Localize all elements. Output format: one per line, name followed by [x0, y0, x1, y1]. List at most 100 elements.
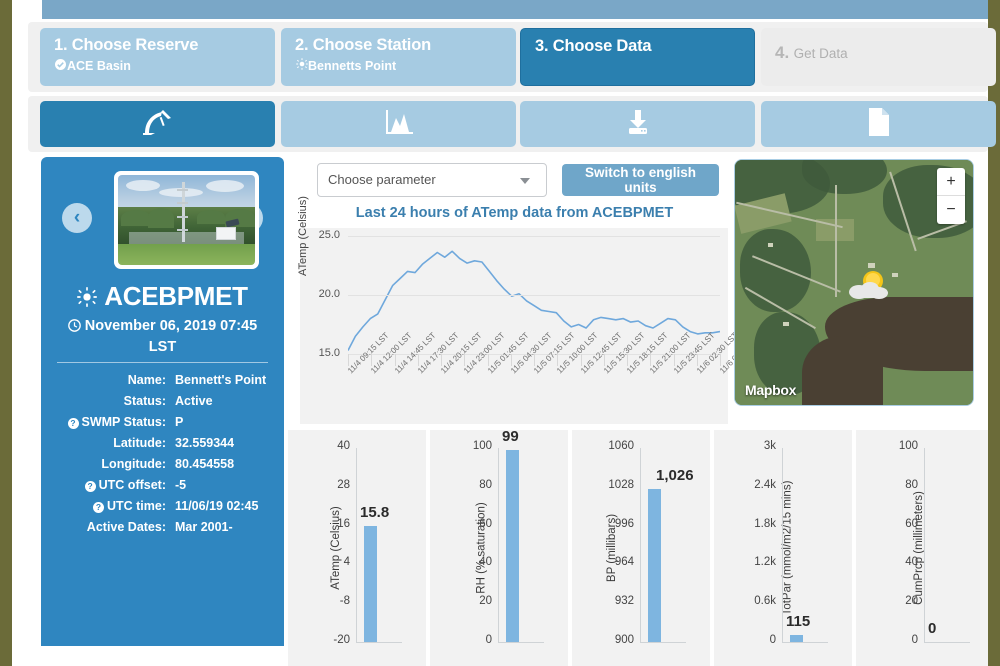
station-info-tab[interactable]: [40, 101, 275, 147]
download-icon: [623, 108, 653, 141]
previous-station-button[interactable]: ‹: [62, 203, 92, 233]
detail-key: Status:: [49, 390, 173, 411]
detail-key: ?SWMP Status:: [49, 411, 173, 432]
step-2-sub-label: Bennetts Point: [308, 59, 396, 73]
bar-y-axis-label: TotPar (mmol/m2/15 mins): [781, 481, 793, 616]
bar-y-tick: 80: [876, 479, 918, 491]
bar-y-tick: 900: [592, 634, 634, 646]
table-row: Latitude: 32.559344: [49, 432, 276, 453]
station-code: ACEBPMET: [104, 281, 248, 311]
bar-y-tick: 40: [876, 556, 918, 568]
bar: [364, 526, 377, 642]
detail-key: ?UTC offset:: [49, 474, 173, 495]
table-row: Status: Active: [49, 390, 276, 411]
table-row: Longitude: 80.454558: [49, 453, 276, 474]
detail-key: Name:: [49, 369, 173, 390]
bar-y-tick: 100: [450, 440, 492, 452]
timeseries-x-tickmark: [604, 354, 605, 366]
step-4-label: Get Data: [794, 46, 848, 61]
step-choose-data[interactable]: 3. Choose Data: [520, 28, 755, 86]
table-row: Name: Bennett's Point: [49, 369, 276, 390]
bar-y-tick: 1.2k: [734, 556, 776, 568]
parameter-select[interactable]: Choose parameter: [317, 163, 547, 197]
parameter-select-value: Choose parameter: [328, 172, 436, 187]
step-1-sub-label: ACE Basin: [67, 59, 131, 73]
bar-baseline: [924, 642, 970, 643]
clock-icon: [68, 319, 81, 338]
bar-y-tick: 16: [308, 518, 350, 530]
station-photo: [118, 175, 255, 265]
bar-y-tick: 2.4k: [734, 479, 776, 491]
station-card: ‹ ›: [41, 157, 284, 646]
table-row: ?SWMP Status: P: [49, 411, 276, 432]
bar-y-tick: 3k: [734, 440, 776, 452]
bar-y-tick: 0.6k: [734, 595, 776, 607]
bar: [506, 450, 519, 642]
map-zoom-out-button[interactable]: −: [937, 196, 965, 224]
step-choose-reserve[interactable]: 1. Choose Reserve ACE Basin: [40, 28, 275, 86]
bar-y-tick: 40: [308, 440, 350, 452]
bar-y-tick: -8: [308, 595, 350, 607]
map-zoom-in-button[interactable]: +: [937, 168, 965, 196]
gridline: [348, 236, 720, 237]
current-conditions-bars: ATemp (Celsius)4028164-8-2015.8RH (% sat…: [288, 430, 988, 666]
station-map[interactable]: + − Mapbox: [734, 159, 974, 406]
detail-key: Latitude:: [49, 432, 173, 453]
detail-value: 11/06/19 02:45: [173, 495, 276, 516]
bar-axis-line: [782, 448, 783, 642]
bar-y-tick: 0: [876, 634, 918, 646]
bar-y-tick: -20: [308, 634, 350, 646]
detail-value: -5: [173, 474, 276, 495]
help-icon[interactable]: ?: [85, 481, 96, 492]
bar-y-tick: 40: [450, 556, 492, 568]
step-choose-station[interactable]: 2. Choose Station Bennetts Point: [281, 28, 516, 86]
bar-y-tick: 964: [592, 556, 634, 568]
satellite-dish-icon: [141, 108, 175, 141]
bar-y-tick: 1060: [592, 440, 634, 452]
bar-y-tick: 1028: [592, 479, 634, 491]
bar-baseline: [782, 642, 828, 643]
bar-panel-cumprcp: CumPrcp (millimeters)1008060402000: [856, 430, 988, 666]
bar-y-tick: 80: [450, 479, 492, 491]
download-data-tab[interactable]: [520, 101, 755, 147]
step-1-title: 1. Choose Reserve: [54, 35, 261, 55]
station-name-heading: ACEBPMET: [41, 281, 284, 312]
bar-y-tick: 20: [876, 595, 918, 607]
bar-y-tick: 28: [308, 479, 350, 491]
help-icon[interactable]: ?: [93, 502, 104, 513]
step-get-data[interactable]: 4. Get Data: [761, 28, 996, 86]
bar-y-tick: 60: [876, 518, 918, 530]
plot-data-tab[interactable]: [281, 101, 516, 147]
metadata-tab[interactable]: [761, 101, 996, 147]
bar: [790, 635, 803, 642]
observation-time-text: November 06, 2019 07:45 LST: [85, 318, 258, 355]
bar-axis-line: [640, 448, 641, 642]
bar-baseline: [498, 642, 544, 643]
timeseries-x-tickmark: [488, 354, 489, 366]
sun-icon: [295, 58, 308, 75]
chevron-down-icon: [520, 178, 530, 184]
table-row: ?UTC time: 11/06/19 02:45: [49, 495, 276, 516]
bar-panel-rh: RH (% saturation)10080604020099: [430, 430, 568, 666]
bar-y-tick: 20: [450, 595, 492, 607]
bar-value-label: 1,026: [656, 467, 694, 484]
bar: [648, 489, 661, 642]
detail-key: Longitude:: [49, 453, 173, 474]
switch-units-button[interactable]: Switch to english units: [562, 164, 719, 196]
bar-value-label: 99: [502, 428, 519, 445]
bar-y-tick: 0: [450, 634, 492, 646]
station-details-table: Name: Bennett's Point Status: Active ?SW…: [49, 369, 276, 537]
bar-baseline: [640, 642, 686, 643]
bar-y-tick: 932: [592, 595, 634, 607]
area-chart-icon: [383, 108, 415, 141]
weather-marker-icon[interactable]: [845, 268, 895, 302]
help-icon[interactable]: ?: [68, 418, 79, 429]
bar-axis-line: [498, 448, 499, 642]
bar-y-axis-label: RH (% saturation): [476, 502, 488, 593]
detail-value: Bennett's Point: [173, 369, 276, 390]
top-banner: [42, 0, 988, 19]
detail-key: ?UTC time:: [49, 495, 173, 516]
bar-value-label: 15.8: [360, 504, 389, 521]
timeseries-x-tickmark: [674, 354, 675, 366]
bar-panel-bp: BP (millibars)106010289969649329001,026: [572, 430, 710, 666]
